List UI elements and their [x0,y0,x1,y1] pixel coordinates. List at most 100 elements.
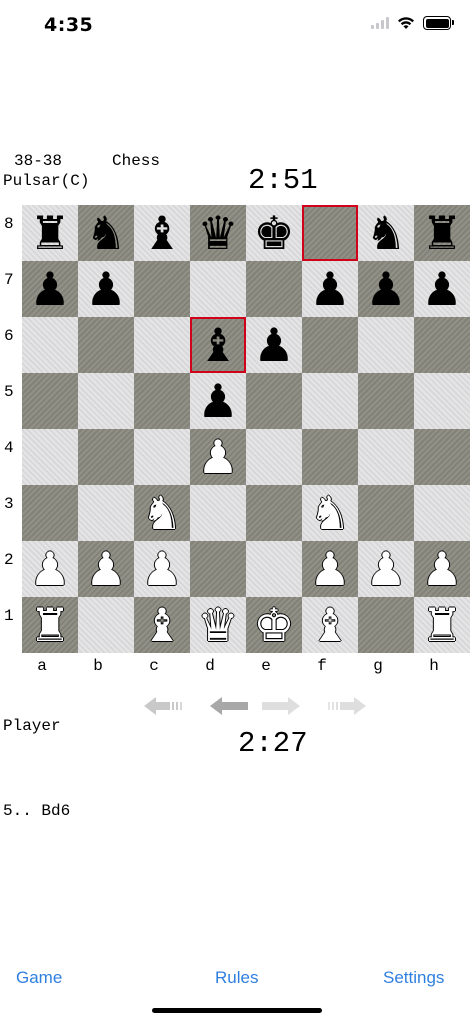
square-b5[interactable] [78,373,134,429]
square-f1[interactable]: ♝ [302,597,358,653]
black-knight-icon[interactable]: ♞ [365,210,406,256]
square-h4[interactable] [414,429,470,485]
square-e8[interactable]: ♚ [246,205,302,261]
square-f3[interactable]: ♞ [302,485,358,541]
black-pawn-icon[interactable]: ♟ [421,266,462,312]
black-pawn-icon[interactable]: ♟ [29,266,70,312]
square-e6[interactable]: ♟ [246,317,302,373]
square-a3[interactable] [22,485,78,541]
black-rook-icon[interactable]: ♜ [421,210,462,256]
square-e4[interactable] [246,429,302,485]
square-f5[interactable] [302,373,358,429]
previous-move-button[interactable] [208,694,252,718]
black-queen-icon[interactable]: ♛ [197,210,238,256]
square-d1[interactable]: ♛ [190,597,246,653]
square-a1[interactable]: ♜ [22,597,78,653]
white-pawn-icon[interactable]: ♟ [141,546,182,592]
square-h1[interactable]: ♜ [414,597,470,653]
square-c3[interactable]: ♞ [134,485,190,541]
square-e3[interactable] [246,485,302,541]
square-b7[interactable]: ♟ [78,261,134,317]
last-move-button[interactable] [324,694,368,718]
square-h5[interactable] [414,373,470,429]
square-h7[interactable]: ♟ [414,261,470,317]
square-h6[interactable] [414,317,470,373]
square-e1[interactable]: ♚ [246,597,302,653]
square-g6[interactable] [358,317,414,373]
square-c1[interactable]: ♝ [134,597,190,653]
black-pawn-icon[interactable]: ♟ [253,322,294,368]
white-king-icon[interactable]: ♚ [253,602,294,648]
white-pawn-icon[interactable]: ♟ [197,434,238,480]
rules-button[interactable]: Rules [215,968,258,988]
white-bishop-icon[interactable]: ♝ [141,602,182,648]
black-pawn-icon[interactable]: ♟ [309,266,350,312]
white-pawn-icon[interactable]: ♟ [365,546,406,592]
white-knight-icon[interactable]: ♞ [309,490,350,536]
square-h3[interactable] [414,485,470,541]
square-c5[interactable] [134,373,190,429]
square-a5[interactable] [22,373,78,429]
square-b3[interactable] [78,485,134,541]
square-b1[interactable] [78,597,134,653]
square-f8[interactable] [302,205,358,261]
white-pawn-icon[interactable]: ♟ [421,546,462,592]
square-a7[interactable]: ♟ [22,261,78,317]
square-a4[interactable] [22,429,78,485]
square-d4[interactable]: ♟ [190,429,246,485]
square-g1[interactable] [358,597,414,653]
square-a2[interactable]: ♟ [22,541,78,597]
square-c4[interactable] [134,429,190,485]
white-knight-icon[interactable]: ♞ [141,490,182,536]
square-b8[interactable]: ♞ [78,205,134,261]
black-pawn-icon[interactable]: ♟ [365,266,406,312]
square-a6[interactable] [22,317,78,373]
chess-board[interactable]: ♜ ♞ ♝ ♛ ♚ ♞ ♜ ♟ ♟ ♟ ♟ ♟ ♝ ♟ ♟ ♟ ♞ ♞ ♟ ♟ ♟ ♟ ♟ ♟ ♜ ♝ ♛ ♚ ♝ ♜ [22,205,470,653]
square-h8[interactable]: ♜ [414,205,470,261]
white-queen-icon[interactable]: ♛ [197,602,238,648]
black-pawn-icon[interactable]: ♟ [197,378,238,424]
square-e2[interactable] [246,541,302,597]
square-f2[interactable]: ♟ [302,541,358,597]
square-b4[interactable] [78,429,134,485]
square-g5[interactable] [358,373,414,429]
square-f6[interactable] [302,317,358,373]
square-g8[interactable]: ♞ [358,205,414,261]
square-h2[interactable]: ♟ [414,541,470,597]
white-pawn-icon[interactable]: ♟ [309,546,350,592]
square-d7[interactable] [190,261,246,317]
white-pawn-icon[interactable]: ♟ [85,546,126,592]
black-rook-icon[interactable]: ♜ [29,210,70,256]
square-d2[interactable] [190,541,246,597]
square-e5[interactable] [246,373,302,429]
next-move-button[interactable] [258,694,302,718]
square-d6[interactable]: ♝ [190,317,246,373]
square-f4[interactable] [302,429,358,485]
square-a8[interactable]: ♜ [22,205,78,261]
black-bishop-icon[interactable]: ♝ [197,322,238,368]
first-move-button[interactable] [142,694,186,718]
game-button[interactable]: Game [16,968,62,988]
square-g7[interactable]: ♟ [358,261,414,317]
square-e7[interactable] [246,261,302,317]
white-rook-icon[interactable]: ♜ [29,602,70,648]
white-pawn-icon[interactable]: ♟ [29,546,70,592]
white-rook-icon[interactable]: ♜ [421,602,462,648]
square-c2[interactable]: ♟ [134,541,190,597]
white-bishop-icon[interactable]: ♝ [309,602,350,648]
square-d8[interactable]: ♛ [190,205,246,261]
square-g3[interactable] [358,485,414,541]
black-bishop-icon[interactable]: ♝ [141,210,182,256]
square-b6[interactable] [78,317,134,373]
square-d5[interactable]: ♟ [190,373,246,429]
black-king-icon[interactable]: ♚ [253,210,294,256]
square-g2[interactable]: ♟ [358,541,414,597]
square-d3[interactable] [190,485,246,541]
black-knight-icon[interactable]: ♞ [85,210,126,256]
square-c6[interactable] [134,317,190,373]
square-c8[interactable]: ♝ [134,205,190,261]
square-f7[interactable]: ♟ [302,261,358,317]
square-b2[interactable]: ♟ [78,541,134,597]
square-c7[interactable] [134,261,190,317]
black-pawn-icon[interactable]: ♟ [85,266,126,312]
